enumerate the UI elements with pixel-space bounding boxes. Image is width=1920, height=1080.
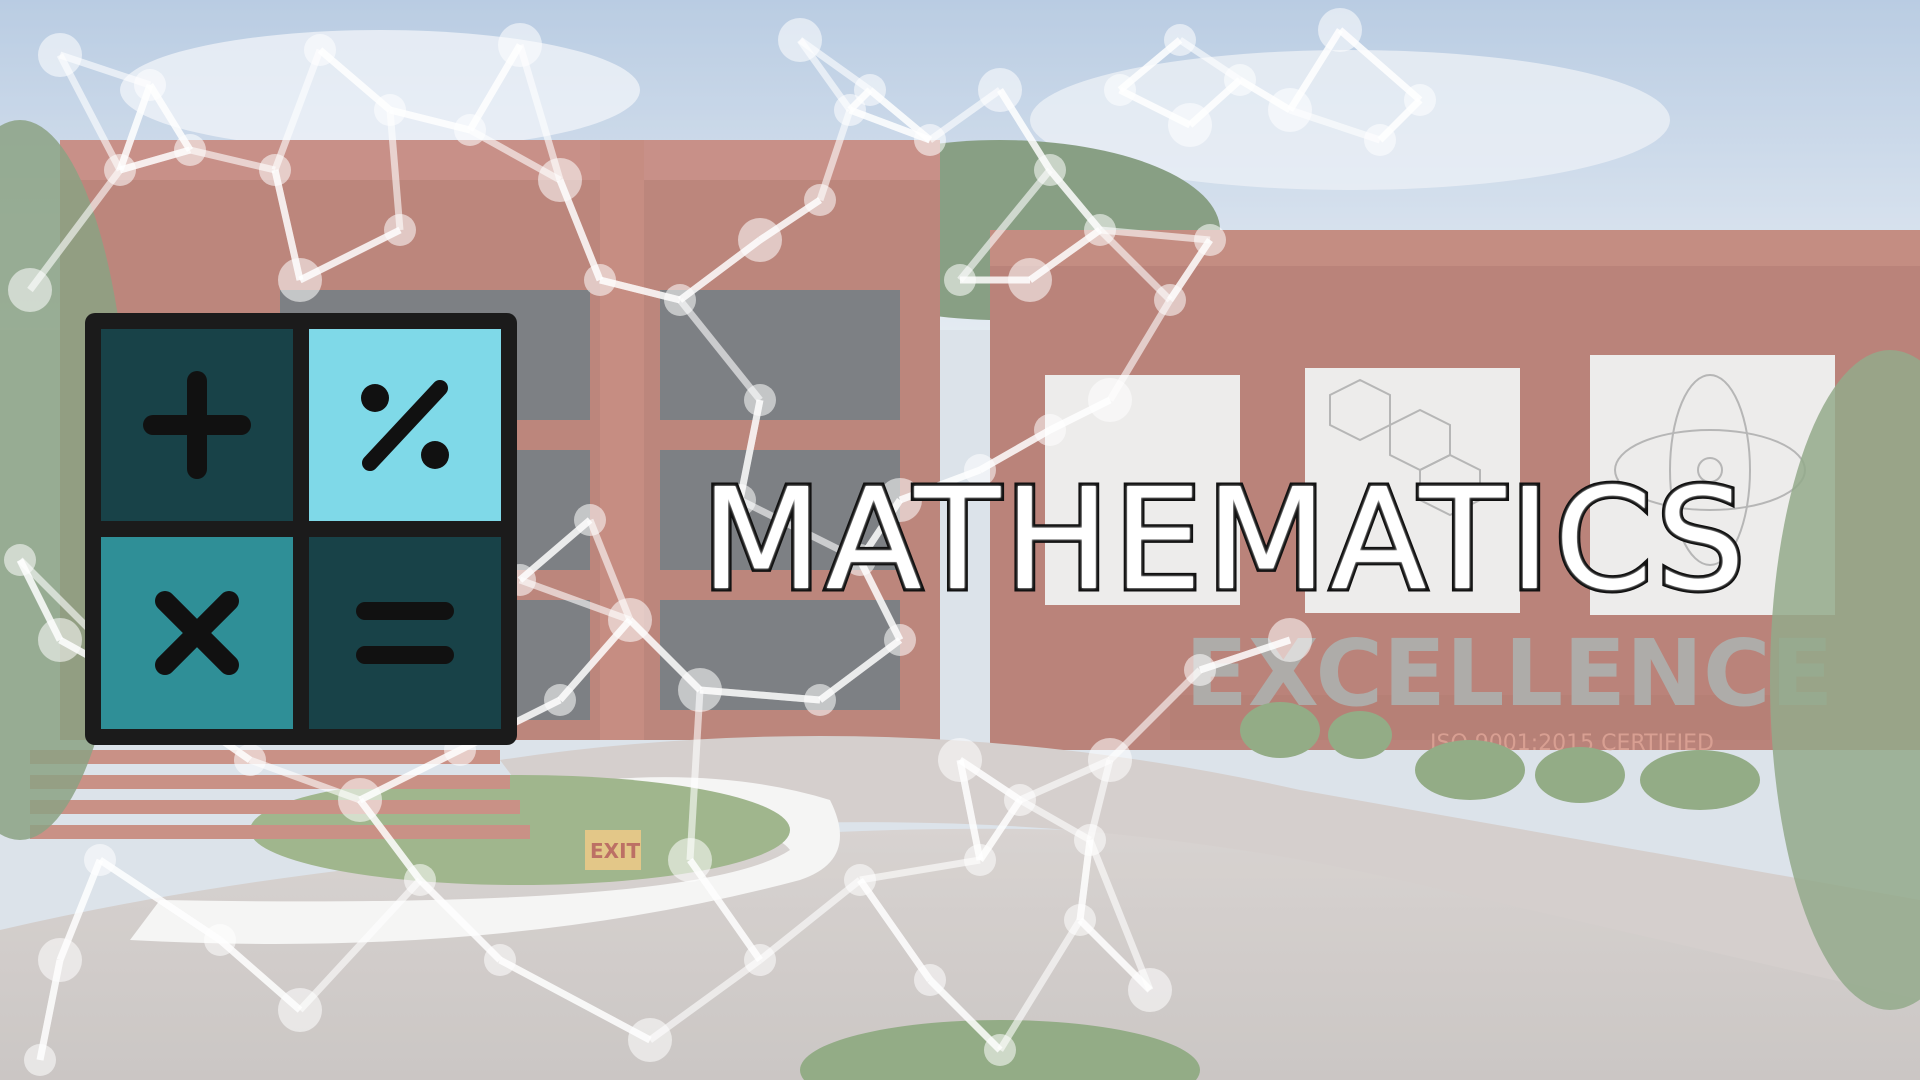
molecule-atom xyxy=(804,684,836,716)
molecule-atom xyxy=(584,264,616,296)
molecule-atom xyxy=(1088,738,1132,782)
molecule-atom xyxy=(1224,64,1256,96)
molecule-atom xyxy=(278,988,322,1032)
molecule-bond xyxy=(98,857,222,943)
molecule-atom xyxy=(498,23,542,67)
banner-canvas: EXCELLENCE ISO 9001:2015 CERTIFIED EXIT xyxy=(0,0,1920,1080)
molecule-atom xyxy=(804,184,836,216)
molecule-bond xyxy=(757,877,863,963)
molecule-bond xyxy=(498,956,652,1044)
molecule-atom xyxy=(24,1044,56,1076)
molecule-atom xyxy=(1194,224,1226,256)
molecule-atom xyxy=(338,778,382,822)
molecule-atom xyxy=(1074,824,1106,856)
molecule-bond xyxy=(417,877,503,963)
molecule-atom xyxy=(678,668,722,712)
molecule-bond xyxy=(386,109,404,231)
molecule-atom xyxy=(304,34,336,66)
molecule-atom xyxy=(1318,8,1362,52)
molecule-atom xyxy=(744,384,776,416)
molecule-atom xyxy=(1404,84,1436,116)
molecule-atom xyxy=(1364,124,1396,156)
molecule-atom xyxy=(944,264,976,296)
molecule-atom xyxy=(454,114,486,146)
molecule-atom xyxy=(1168,103,1212,147)
molecule-atom xyxy=(1034,154,1066,186)
calculator-icon xyxy=(85,313,517,745)
molecule-atom xyxy=(278,258,322,302)
molecule-atom xyxy=(1008,258,1052,302)
molecule-bond xyxy=(859,856,981,884)
molecule-atom xyxy=(744,944,776,976)
molecule-atom xyxy=(1064,904,1096,936)
molecule-atom xyxy=(1164,24,1196,56)
molecule-atom xyxy=(204,924,236,956)
molecule-atom xyxy=(844,864,876,896)
molecule-atom xyxy=(38,618,82,662)
molecule-atom xyxy=(84,844,116,876)
molecule-atom xyxy=(404,864,436,896)
molecule-atom xyxy=(259,154,291,186)
molecule-atom xyxy=(538,158,582,202)
molecule-atom xyxy=(984,1034,1016,1066)
molecule-atom xyxy=(628,1018,672,1062)
molecule-atom xyxy=(854,74,886,106)
molecule-bond xyxy=(1086,838,1154,992)
molecule-atom xyxy=(914,964,946,996)
molecule-atom xyxy=(38,33,82,77)
molecule-atom xyxy=(1104,74,1136,106)
molecule-atom xyxy=(8,268,52,312)
molecule-atom xyxy=(978,68,1022,112)
molecule-atom xyxy=(234,744,266,776)
molecule-atom xyxy=(778,18,822,62)
molecule-atom xyxy=(174,134,206,166)
molecule-atom xyxy=(668,838,712,882)
molecule-atom xyxy=(384,214,416,246)
equals-key xyxy=(309,537,501,729)
molecule-atom xyxy=(964,844,996,876)
molecule-bond xyxy=(686,689,704,861)
page-title: MATHEMATICS xyxy=(697,455,1750,625)
molecule-atom xyxy=(38,938,82,982)
molecule-atom xyxy=(134,69,166,101)
molecule-atom xyxy=(1088,378,1132,422)
molecule-atom xyxy=(738,218,782,262)
molecule-atom xyxy=(664,284,696,316)
molecule-atom xyxy=(914,124,946,156)
molecule-atom xyxy=(544,684,576,716)
molecule-atom xyxy=(1154,284,1186,316)
molecule-atom xyxy=(4,544,36,576)
molecule-bond xyxy=(27,167,123,293)
molecule-bond xyxy=(997,918,1083,1052)
molecule-bond xyxy=(297,877,423,1013)
molecule-atom xyxy=(1084,214,1116,246)
molecule-atom xyxy=(1128,968,1172,1012)
molecule-atom xyxy=(374,94,406,126)
molecule-atom xyxy=(1268,88,1312,132)
molecule-atom xyxy=(1004,784,1036,816)
molecule-atom xyxy=(938,738,982,782)
molecule-bond xyxy=(1099,226,1211,244)
molecule-atom xyxy=(104,154,136,186)
molecule-bond xyxy=(677,297,763,403)
molecule-bond xyxy=(271,48,324,172)
molecule-bond xyxy=(857,877,933,983)
molecule-atom xyxy=(1184,654,1216,686)
molecule-atom xyxy=(484,944,516,976)
